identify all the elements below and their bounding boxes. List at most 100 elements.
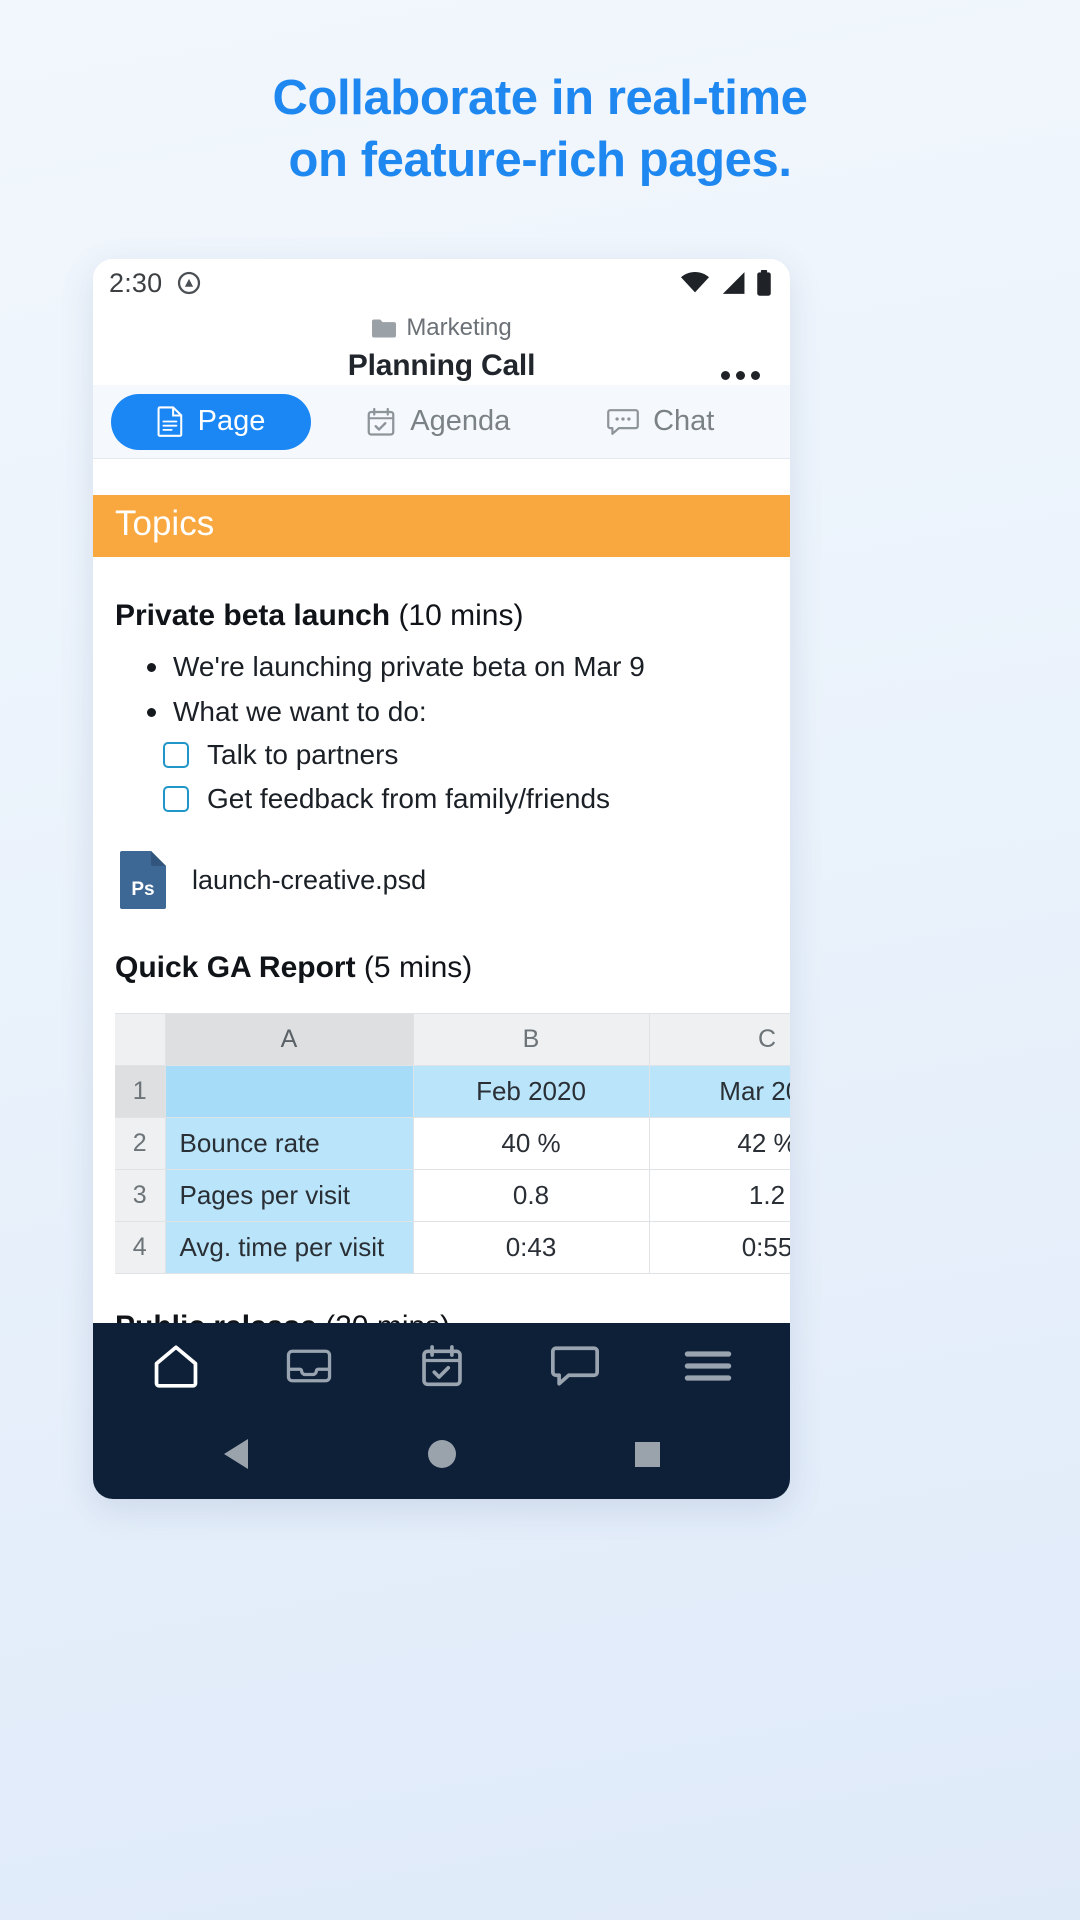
topics-banner: Topics	[93, 495, 790, 558]
row-header[interactable]: 1	[115, 1065, 166, 1119]
bullet-list: We're launching private beta on Mar 9 Wh…	[115, 647, 768, 732]
cell-a4[interactable]: Avg. time per visit	[164, 1221, 414, 1275]
section-name: Private beta launch	[115, 599, 391, 633]
system-recents-button[interactable]	[625, 1431, 671, 1477]
wifi-icon	[680, 271, 710, 295]
cell-c4[interactable]: 0:55	[648, 1221, 790, 1275]
marketing-headline: Collaborate in real-time on feature-rich…	[0, 68, 1080, 191]
home-circle-icon	[427, 1440, 456, 1468]
chat-bubble-icon	[550, 1345, 599, 1387]
spreadsheet-table[interactable]: A B C 1 Feb 2020 Mar 202 2 Bounce rate	[115, 1013, 790, 1275]
cell-b1[interactable]: Feb 2020	[412, 1065, 650, 1119]
row-header[interactable]: 4	[115, 1221, 166, 1275]
recents-square-icon	[635, 1441, 660, 1467]
folder-icon	[371, 317, 397, 339]
table-row: 1 Feb 2020 Mar 202	[115, 1065, 790, 1119]
more-options-button[interactable]	[712, 355, 768, 395]
cell-a3[interactable]: Pages per visit	[164, 1169, 414, 1223]
headline-line-1: Collaborate in real-time	[272, 71, 808, 125]
nav-chat[interactable]	[533, 1331, 617, 1401]
document-icon	[157, 406, 184, 437]
section-title-quick-ga-report: Quick GA Report (5 mins)	[115, 951, 768, 985]
column-header-a[interactable]: A	[164, 1013, 414, 1067]
checklist-item[interactable]: Get feedback from family/friends	[115, 781, 768, 817]
home-icon	[153, 1343, 199, 1389]
tab-page-label: Page	[197, 405, 266, 438]
checkbox[interactable]	[163, 741, 189, 768]
nav-agenda[interactable]	[400, 1331, 484, 1401]
app-bottom-nav	[93, 1323, 790, 1409]
menu-hamburger-icon	[684, 1348, 732, 1384]
overflow-dot	[750, 370, 760, 380]
checkbox[interactable]	[163, 786, 189, 813]
inbox-icon	[286, 1346, 332, 1386]
section-duration: (5 mins)	[355, 951, 473, 985]
tab-page[interactable]: Page	[111, 393, 311, 450]
status-right-icons	[680, 270, 772, 296]
checklist-item[interactable]: Talk to partners	[115, 737, 768, 773]
list-item: We're launching private beta on Mar 9	[115, 647, 768, 687]
row-header[interactable]: 3	[115, 1169, 166, 1223]
table-row: 3 Pages per visit 0.8 1.2	[115, 1169, 790, 1223]
tab-agenda[interactable]: Agenda	[327, 394, 550, 450]
section-title-public-release: Public release (20 mins)	[115, 1310, 768, 1323]
cell-c1[interactable]: Mar 202	[648, 1065, 790, 1119]
column-header-c[interactable]: C	[648, 1013, 790, 1067]
cell-a1[interactable]	[164, 1065, 414, 1119]
back-triangle-icon	[223, 1439, 248, 1469]
system-home-button[interactable]	[419, 1431, 465, 1477]
table-header-row: A B C	[115, 1013, 790, 1067]
calendar-check-icon	[366, 407, 396, 437]
section-duration: (10 mins)	[390, 599, 524, 633]
breadcrumb[interactable]: Marketing	[93, 311, 790, 345]
chat-bubble-icon	[607, 408, 639, 436]
cell-b3[interactable]: 0.8	[412, 1169, 650, 1223]
page-content[interactable]: Topics Private beta launch (10 mins) We'…	[93, 459, 790, 1323]
status-time: 2:30	[109, 267, 163, 298]
content-top-gap	[93, 459, 790, 496]
cellular-signal-icon	[719, 271, 747, 295]
row-header[interactable]: 2	[115, 1117, 166, 1171]
section-duration: (20 mins)	[317, 1310, 450, 1323]
file-attachment[interactable]: Ps launch-creative.psd	[115, 851, 768, 910]
tab-agenda-label: Agenda	[410, 405, 511, 438]
nav-inbox[interactable]	[267, 1331, 351, 1401]
checklist-item-label: Talk to partners	[207, 738, 399, 770]
headline-line-2: on feature-rich pages.	[288, 132, 792, 187]
nav-menu[interactable]	[666, 1331, 750, 1401]
breadcrumb-label: Marketing	[406, 314, 512, 341]
checklist-item-label: Get feedback from family/friends	[207, 783, 611, 815]
cell-b4[interactable]: 0:43	[412, 1221, 650, 1275]
status-left-icons	[176, 270, 202, 296]
tab-chat-label: Chat	[653, 405, 715, 438]
do-not-disturb-icon	[176, 270, 202, 296]
cell-a2[interactable]: Bounce rate	[164, 1117, 414, 1171]
topics-banner-label: Topics	[115, 504, 215, 544]
calendar-check-icon	[420, 1344, 464, 1388]
column-header-b[interactable]: B	[412, 1013, 650, 1067]
battery-icon	[756, 270, 772, 296]
list-item: What we want to do:	[115, 692, 768, 732]
section-name: Public release	[115, 1310, 317, 1323]
corner-cell[interactable]	[115, 1013, 166, 1067]
overflow-dot	[735, 370, 745, 380]
document-header: Marketing Planning Call	[93, 307, 790, 385]
page-title: Planning Call	[347, 349, 536, 382]
table-row: 2 Bounce rate 40 % 42 %	[115, 1117, 790, 1171]
tab-chat[interactable]: Chat	[550, 394, 773, 450]
system-nav-bar	[93, 1409, 790, 1499]
file-name: launch-creative.psd	[192, 864, 427, 895]
svg-text:Ps: Ps	[131, 879, 154, 900]
nav-home[interactable]	[134, 1331, 218, 1401]
cell-c2[interactable]: 42 %	[648, 1117, 790, 1171]
system-back-button[interactable]	[213, 1431, 259, 1477]
cell-c3[interactable]: 1.2	[648, 1169, 790, 1223]
table-row: 4 Avg. time per visit 0:43 0:55	[115, 1221, 790, 1275]
overflow-dot	[720, 370, 730, 380]
phone-mockup: 2:30 Marketing Planning Call Page Agenda…	[93, 259, 790, 1499]
cell-b2[interactable]: 40 %	[412, 1117, 650, 1171]
status-bar: 2:30	[93, 259, 790, 307]
tab-bar: Page Agenda Chat	[93, 385, 790, 460]
section-title-private-beta: Private beta launch (10 mins)	[115, 599, 768, 633]
photoshop-file-icon: Ps	[120, 851, 166, 910]
